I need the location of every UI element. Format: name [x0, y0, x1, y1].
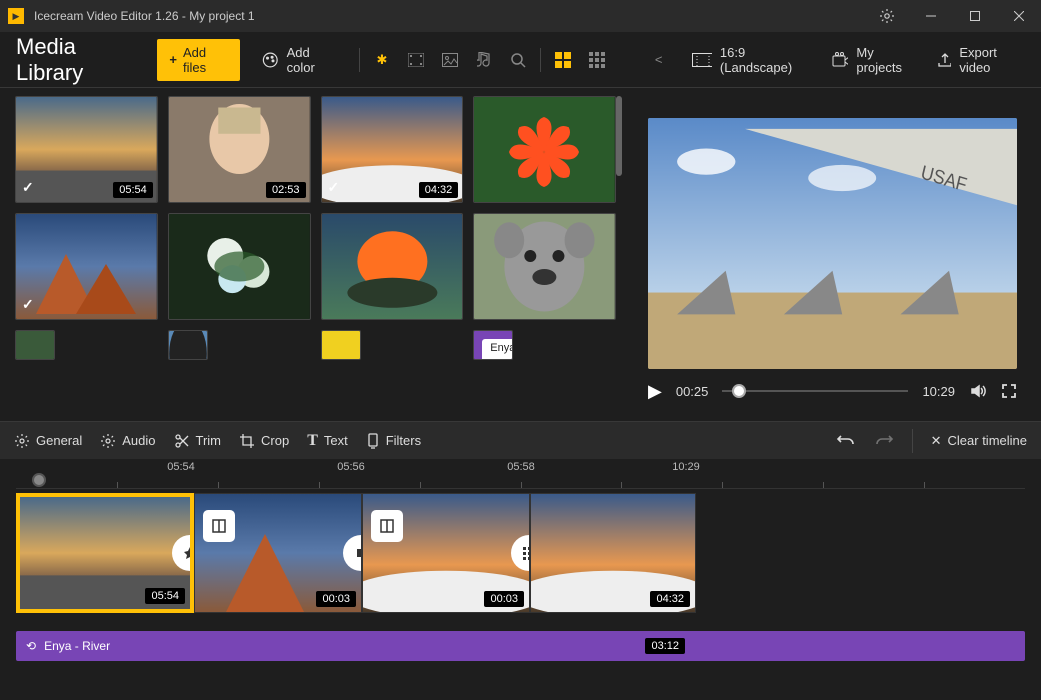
- gear-icon: [100, 433, 116, 449]
- media-thumb[interactable]: [473, 213, 616, 320]
- window-title: Icecream Video Editor 1.26 - My project …: [34, 9, 865, 23]
- media-thumb-audio[interactable]: Enya - River: [473, 330, 513, 360]
- audio-label: Enya - River: [482, 339, 513, 360]
- plus-icon: +: [169, 52, 177, 67]
- add-files-button[interactable]: +Add files: [157, 39, 240, 81]
- loop-icon: ⟲: [26, 639, 36, 653]
- media-thumb[interactable]: [473, 96, 616, 203]
- volume-icon[interactable]: [969, 382, 987, 400]
- window-titlebar: ▶ Icecream Video Editor 1.26 - My projec…: [0, 0, 1041, 32]
- duration-badge: 04:32: [419, 182, 459, 198]
- view-mode: [553, 50, 607, 70]
- media-library: ✓ 05:54 02:53 ✓ 04:32 ✓: [0, 88, 624, 421]
- gear-icon: [14, 433, 30, 449]
- minimize-button[interactable]: [909, 0, 953, 32]
- grid-large-icon[interactable]: [553, 50, 573, 70]
- text-icon: T: [307, 432, 318, 450]
- maximize-button[interactable]: [953, 0, 997, 32]
- close-button[interactable]: [997, 0, 1041, 32]
- edit-toolbar: General Audio Trim Crop TText Filters ✕C…: [0, 421, 1041, 459]
- clip-duration: 00:03: [484, 591, 524, 607]
- timeline-clip[interactable]: 00:03: [194, 493, 362, 613]
- clear-timeline-button[interactable]: ✕Clear timeline: [931, 433, 1027, 449]
- scissors-icon: [174, 433, 190, 449]
- media-thumb[interactable]: [15, 330, 55, 360]
- preview-controls: ▶ 00:25 10:29: [648, 369, 1017, 413]
- export-icon: [937, 52, 952, 68]
- media-thumb[interactable]: ✓ 04:32: [321, 96, 464, 203]
- progress-slider[interactable]: [722, 390, 908, 392]
- app-logo: ▶: [8, 8, 24, 24]
- settings-icon[interactable]: [865, 0, 909, 32]
- undo-button[interactable]: [836, 432, 856, 450]
- palette-icon: [262, 51, 279, 69]
- preview-pane: USAF ▶ 00:25 10:29: [624, 88, 1041, 421]
- aspect-icon: [692, 53, 712, 67]
- clip-duration: 05:54: [145, 588, 185, 604]
- timeline-clip[interactable]: 05:54: [16, 493, 194, 613]
- library-scrollbar[interactable]: [616, 96, 622, 176]
- check-icon: ✓: [22, 296, 34, 313]
- x-icon: ✕: [931, 433, 942, 449]
- search-icon[interactable]: [508, 50, 528, 70]
- media-thumb[interactable]: [168, 330, 208, 360]
- media-thumb[interactable]: [168, 213, 311, 320]
- transition-type-icon[interactable]: [371, 510, 403, 542]
- camera-icon: [832, 52, 848, 68]
- audio-track[interactable]: ⟲ Enya - River 03:12: [16, 631, 1025, 661]
- text-button[interactable]: TText: [307, 432, 348, 450]
- timeline-clip[interactable]: 04:32: [530, 493, 696, 613]
- add-color-button[interactable]: Add color: [252, 39, 347, 81]
- redo-button[interactable]: [874, 432, 894, 450]
- time-tick: 05:56: [337, 461, 365, 473]
- aspect-ratio-button[interactable]: 16:9 (Landscape): [692, 45, 812, 75]
- general-button[interactable]: General: [14, 433, 82, 449]
- time-tick: 05:54: [167, 461, 195, 473]
- my-projects-button[interactable]: My projects: [832, 45, 917, 75]
- trim-button[interactable]: Trim: [174, 433, 222, 449]
- progress-knob[interactable]: [732, 384, 746, 398]
- library-title: Media Library: [16, 34, 139, 86]
- export-video-button[interactable]: Export video: [937, 45, 1025, 75]
- media-thumb[interactable]: [321, 330, 361, 360]
- fullscreen-icon[interactable]: [1001, 383, 1017, 399]
- crop-icon: [239, 433, 255, 449]
- main-content: ✓ 05:54 02:53 ✓ 04:32 ✓: [0, 88, 1041, 421]
- transition-type-icon[interactable]: [203, 510, 235, 542]
- media-thumb[interactable]: ✓ 05:54: [15, 96, 158, 203]
- filter-all-icon[interactable]: ✱: [372, 50, 392, 70]
- media-thumb[interactable]: 02:53: [168, 96, 311, 203]
- timeline-clip[interactable]: 00:03: [362, 493, 530, 613]
- media-thumb[interactable]: [321, 213, 464, 320]
- current-time: 00:25: [676, 384, 709, 399]
- time-ruler[interactable]: 05:54 05:56 05:58 10:29: [16, 459, 1025, 489]
- filter-bar: ✱: [372, 50, 528, 70]
- crop-button[interactable]: Crop: [239, 433, 289, 449]
- duration-badge: 05:54: [113, 182, 153, 198]
- time-tick: 05:58: [507, 461, 535, 473]
- check-icon: ✓: [22, 179, 34, 196]
- clip-duration: 04:32: [650, 591, 690, 607]
- filter-audio-icon[interactable]: [474, 50, 494, 70]
- collapse-icon[interactable]: <: [649, 50, 668, 70]
- preview-viewport[interactable]: USAF: [648, 118, 1017, 369]
- timeline: 05:54 05:56 05:58 10:29 05:54 00:03 00:0…: [0, 459, 1041, 700]
- play-button[interactable]: ▶: [648, 381, 662, 402]
- filter-image-icon[interactable]: [440, 50, 460, 70]
- audio-clip-label: Enya - River: [44, 639, 110, 653]
- clip-duration: 00:03: [316, 591, 356, 607]
- filter-video-icon[interactable]: [406, 50, 426, 70]
- grid-small-icon[interactable]: [587, 50, 607, 70]
- audio-duration: 03:12: [645, 638, 685, 654]
- total-time: 10:29: [922, 384, 955, 399]
- media-thumb[interactable]: ✓: [15, 213, 158, 320]
- video-track: 05:54 00:03 00:03 04:32: [0, 489, 1041, 621]
- check-icon: ✓: [328, 179, 340, 196]
- audio-button[interactable]: Audio: [100, 433, 155, 449]
- filters-icon: [366, 433, 380, 449]
- top-toolbar: Media Library +Add files Add color ✱ < 1…: [0, 32, 1041, 88]
- time-tick: 10:29: [672, 461, 700, 473]
- duration-badge: 02:53: [266, 182, 306, 198]
- filters-button[interactable]: Filters: [366, 433, 421, 449]
